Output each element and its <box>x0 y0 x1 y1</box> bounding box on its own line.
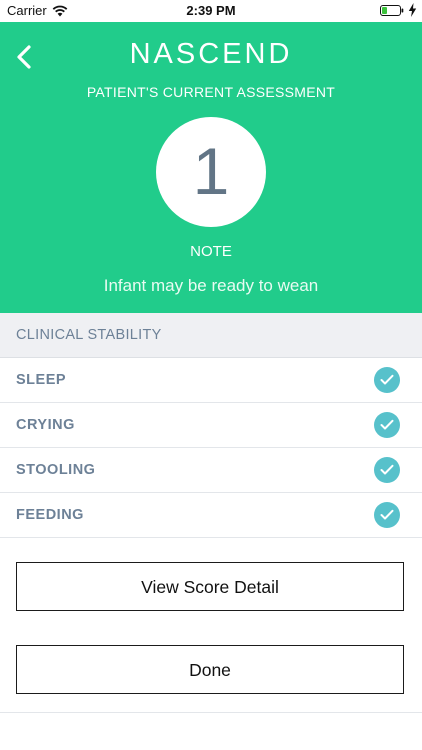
view-score-detail-button[interactable]: View Score Detail <box>16 562 404 611</box>
app-logo: NASCEND <box>129 38 293 70</box>
list-item-label: FEEDING <box>16 507 84 523</box>
status-bar: Carrier 2:39 PM <box>0 0 422 22</box>
clinical-stability-header: CLINICAL STABILITY <box>0 313 422 358</box>
list-item-crying: CRYING <box>0 403 422 448</box>
battery-icon <box>380 5 404 16</box>
charging-bolt-icon <box>408 3 417 17</box>
list-item-label: SLEEP <box>16 372 67 388</box>
score-circle: 1 <box>156 117 266 227</box>
assessment-subtitle: PATIENT'S CURRENT ASSESSMENT <box>86 84 336 100</box>
list-item-label: STOOLING <box>16 462 96 478</box>
done-button[interactable]: Done <box>16 645 404 694</box>
note-label: NOTE <box>190 243 232 260</box>
clock: 2:39 PM <box>186 3 236 18</box>
section-title: CLINICAL STABILITY <box>16 327 162 343</box>
list-item-label: CRYING <box>16 417 75 433</box>
list-item-feeding: FEEDING <box>0 493 422 538</box>
list-item-stooling: STOOLING <box>0 448 422 493</box>
score-value: 1 <box>192 134 230 208</box>
checkmark-icon <box>374 457 400 483</box>
list-item-sleep: SLEEP <box>0 358 422 403</box>
checkmark-icon <box>374 367 400 393</box>
assessment-message: Infant may be ready to wean <box>103 276 319 295</box>
checkmark-icon <box>374 502 400 528</box>
divider <box>0 712 422 713</box>
checkmark-icon <box>374 412 400 438</box>
assessment-header: NASCEND PATIENT'S CURRENT ASSESSMENT 1 N… <box>0 22 422 313</box>
